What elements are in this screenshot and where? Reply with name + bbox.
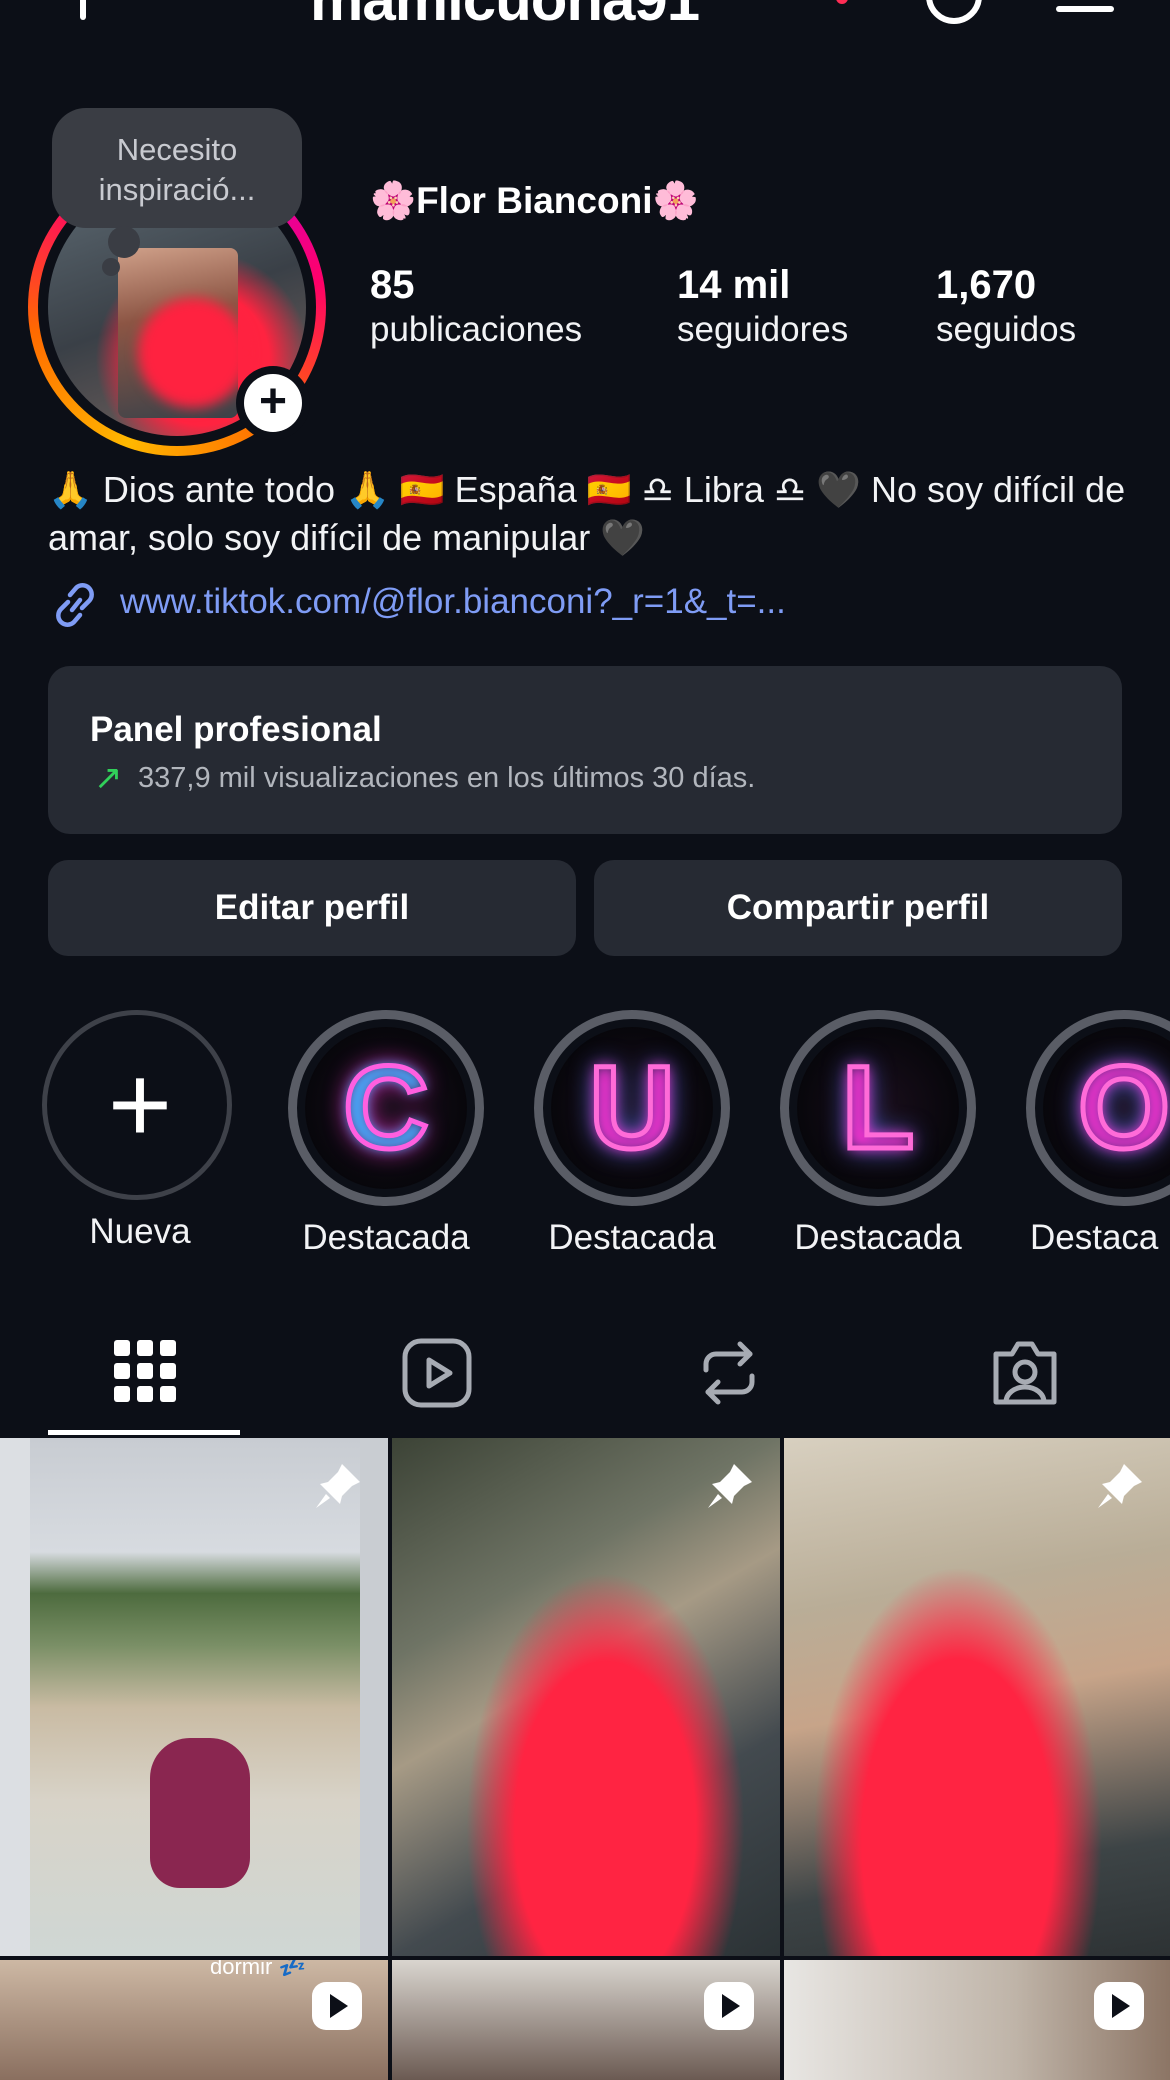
dashboard-title: Panel profesional bbox=[90, 710, 382, 749]
highlight-label: Destaca bbox=[1030, 1218, 1159, 1257]
stat-label: publicaciones bbox=[370, 310, 583, 349]
profile-note[interactable]: Necesito inspiració... bbox=[52, 108, 302, 276]
threads-icon[interactable] bbox=[926, 0, 982, 24]
highlight-new[interactable]: + Nueva bbox=[42, 1010, 238, 1252]
tab-posts[interactable] bbox=[50, 1330, 240, 1436]
trend-up-icon: ↗ bbox=[94, 759, 123, 797]
dashboard-subtitle: 337,9 mil visualizaciones en los últimos… bbox=[138, 762, 756, 794]
pin-icon bbox=[316, 1464, 360, 1508]
post-caption-overlay: dormir 💤 bbox=[210, 1960, 306, 1979]
back-icon[interactable] bbox=[80, 0, 86, 20]
edit-profile-button[interactable]: Editar perfil bbox=[48, 860, 576, 956]
highlight-cover-letter: L bbox=[839, 1040, 916, 1177]
reel-icon bbox=[1094, 1982, 1144, 2030]
stat-value: 85 bbox=[370, 263, 415, 307]
post-thumbnail[interactable] bbox=[784, 1438, 1170, 1956]
post-thumbnail[interactable] bbox=[392, 1438, 780, 1956]
highlight-cover-letter: O bbox=[1076, 1040, 1170, 1177]
stat-followers[interactable]: 14 mil seguidores bbox=[677, 262, 848, 352]
add-story-button[interactable]: + bbox=[236, 366, 310, 440]
link-text: www.tiktok.com/@flor.bianconi?_r=1&_t=..… bbox=[120, 582, 786, 621]
highlight-item[interactable]: L Destacada bbox=[780, 1010, 976, 1258]
notification-dot bbox=[836, 0, 848, 4]
stat-value: 14 mil bbox=[677, 263, 791, 307]
post-grid: dormir 💤 bbox=[0, 1438, 1170, 2080]
stat-label: seguidos bbox=[936, 310, 1077, 349]
stat-label: seguidores bbox=[677, 310, 849, 349]
display-name: 🌸Flor Bianconi🌸 bbox=[370, 180, 699, 221]
highlight-item[interactable]: C Destacada bbox=[288, 1010, 484, 1258]
highlight-label: Destacada bbox=[302, 1218, 470, 1257]
post-thumbnail[interactable] bbox=[0, 1438, 388, 1956]
share-profile-button[interactable]: Compartir perfil bbox=[594, 860, 1122, 956]
repost-icon bbox=[703, 1341, 755, 1405]
highlight-cover-letter: U bbox=[587, 1040, 677, 1177]
profile-username[interactable]: mamicuona91 bbox=[310, 0, 700, 30]
post-thumbnail[interactable] bbox=[784, 1960, 1170, 2080]
reel-icon bbox=[704, 1982, 754, 2030]
stat-following[interactable]: 1,670 seguidos bbox=[936, 262, 1076, 352]
tab-reels[interactable] bbox=[340, 1330, 530, 1436]
top-bar: mamicuona91 bbox=[0, 0, 1170, 40]
profile-bio: 🙏 Dios ante todo 🙏 🇪🇸 España 🇪🇸 ♎ Libra … bbox=[48, 469, 1126, 558]
plus-icon: + bbox=[244, 374, 302, 432]
reel-icon bbox=[312, 1982, 362, 2030]
profile-tabs bbox=[0, 1330, 1170, 1436]
reels-icon bbox=[402, 1338, 472, 1408]
grid-icon bbox=[114, 1340, 176, 1402]
professional-dashboard[interactable]: Panel profesional ↗ 337,9 mil visualizac… bbox=[48, 666, 1122, 834]
highlight-item[interactable]: O Destaca bbox=[1026, 1010, 1170, 1258]
menu-icon[interactable] bbox=[1056, 6, 1114, 12]
stat-posts[interactable]: 85 publicaciones bbox=[370, 262, 582, 352]
post-thumbnail[interactable]: dormir 💤 bbox=[0, 1960, 388, 2080]
highlight-item[interactable]: U Destacada bbox=[534, 1010, 730, 1258]
post-thumbnail[interactable] bbox=[392, 1960, 780, 2080]
highlight-label: Nueva bbox=[89, 1212, 191, 1251]
tab-reposts[interactable] bbox=[632, 1330, 822, 1436]
pin-icon bbox=[708, 1464, 752, 1508]
highlight-label: Destacada bbox=[794, 1218, 962, 1257]
highlight-label: Destacada bbox=[548, 1218, 716, 1257]
link-icon bbox=[56, 583, 94, 627]
tab-tagged[interactable] bbox=[928, 1330, 1118, 1436]
pin-icon bbox=[1098, 1464, 1142, 1508]
tagged-icon bbox=[993, 1341, 1057, 1405]
active-tab-indicator bbox=[48, 1430, 240, 1435]
stat-value: 1,670 bbox=[936, 263, 1037, 307]
highlight-cover-letter: C bbox=[341, 1040, 431, 1177]
note-text: Necesito inspiració... bbox=[98, 132, 256, 207]
plus-icon: + bbox=[107, 1043, 173, 1166]
